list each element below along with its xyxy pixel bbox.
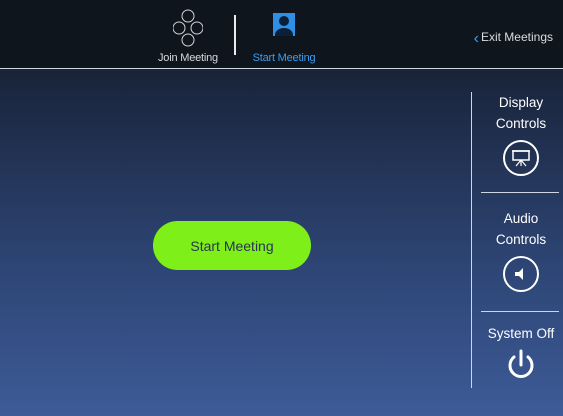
audio-controls-button[interactable]: Audio Controls xyxy=(479,208,563,292)
sidebar-separator-1 xyxy=(481,192,559,193)
start-meeting-button-label: Start Meeting xyxy=(190,237,274,254)
person-icon xyxy=(273,13,295,36)
tab-start-meeting[interactable]: Start Meeting xyxy=(248,0,320,68)
display-controls-label-line1: Display xyxy=(498,95,544,110)
chevron-left-icon: ‹ xyxy=(473,30,479,47)
speaker-icon xyxy=(503,256,539,292)
system-off-button[interactable]: System Off xyxy=(479,323,563,382)
exit-meetings-button[interactable]: ‹ Exit Meetings xyxy=(474,30,553,48)
tab-join-meeting-label: Join Meeting xyxy=(158,52,218,64)
tab-divider xyxy=(234,15,236,55)
exit-meetings-label: Exit Meetings xyxy=(480,30,553,44)
tab-start-meeting-label: Start Meeting xyxy=(252,52,316,64)
display-controls-label-line2: Controls xyxy=(495,116,547,131)
sidebar-divider xyxy=(471,92,472,388)
display-controls-button[interactable]: Display Controls xyxy=(479,92,563,176)
audio-controls-label-line2: Controls xyxy=(495,232,547,247)
join-meeting-icon xyxy=(173,9,203,47)
tab-join-meeting[interactable]: Join Meeting xyxy=(152,0,224,68)
power-icon xyxy=(504,348,538,382)
start-meeting-button[interactable]: Start Meeting xyxy=(153,221,311,270)
sidebar-separator-2 xyxy=(481,311,559,312)
system-off-label: System Off xyxy=(487,326,555,341)
top-bar: Join Meeting Start Meeting ‹ Exit Meeting… xyxy=(0,0,563,69)
audio-controls-label-line1: Audio xyxy=(503,211,539,226)
projector-icon xyxy=(503,140,539,176)
